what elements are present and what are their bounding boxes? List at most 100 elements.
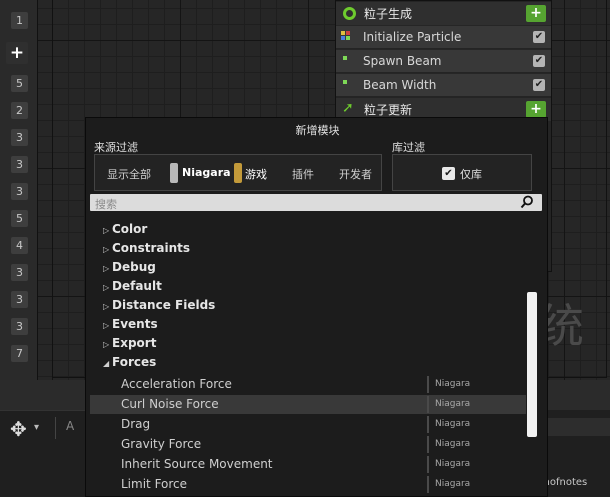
module-list-item[interactable]: Acceleration Force Niagara [90, 375, 526, 394]
category-label: Distance Fields [112, 298, 216, 312]
module-item-label: Acceleration Force [121, 377, 232, 391]
source-filter-show-all[interactable]: 显示全部 [107, 166, 151, 182]
collapsed-arrow-icon: ▷ [103, 245, 110, 254]
add-track-button[interactable]: + [6, 42, 28, 64]
category-label: Export [112, 336, 157, 350]
source-filter-game[interactable]: 游戏 [245, 166, 267, 182]
popup-title: 新增模块 [295, 124, 340, 137]
module-enable-checkbox[interactable]: ✔ [533, 79, 545, 91]
chevron-down-icon[interactable]: ▾ [34, 422, 39, 433]
category-label: Events [112, 317, 158, 331]
module-item-source: Niagara [435, 459, 471, 469]
expanded-arrow-icon: ◢ [103, 359, 110, 368]
module-list-item[interactable]: Drag Niagara [90, 415, 526, 434]
multi-color-module-icon [341, 31, 353, 43]
module-row-spawn-beam[interactable]: Spawn Beam ✔ [336, 49, 551, 72]
niagara-swatch-icon [170, 163, 178, 183]
library-filter-box: ✔ 仅库 [392, 154, 532, 191]
module-row-beam-width[interactable]: Beam Width ✔ [336, 73, 551, 96]
source-divider [427, 436, 429, 453]
module-item-label: Limit Force [121, 477, 188, 491]
collapsed-arrow-icon: ▷ [103, 226, 110, 235]
category-events[interactable]: ▷ Events [103, 317, 158, 331]
module-row-initialize-particle[interactable]: Initialize Particle ✔ [336, 25, 551, 48]
source-filter-niagara[interactable]: Niagara [182, 166, 231, 179]
module-dot-icon [343, 56, 347, 60]
module-list-item[interactable]: Limit Force Niagara [90, 475, 526, 494]
search-input[interactable]: 搜索 [90, 194, 542, 211]
add-spawn-module-button[interactable]: + [526, 5, 546, 22]
module-enable-checkbox[interactable]: ✔ [533, 31, 545, 43]
toolbar-divider [55, 417, 56, 439]
library-only-checkbox[interactable]: ✔ [442, 167, 455, 180]
right-bottom-strip [548, 418, 610, 436]
module-list-item[interactable]: Gravity Force Niagara [90, 435, 526, 454]
category-distance-fields[interactable]: ▷ Distance Fields [103, 298, 215, 312]
track-count-badge: 3 [11, 129, 28, 146]
source-divider [427, 396, 429, 413]
track-count-badge: 7 [11, 345, 28, 362]
category-label: Constraints [112, 241, 191, 255]
particle-update-title: 粒子更新 [364, 103, 413, 117]
module-item-source: Niagara [435, 419, 471, 429]
category-default[interactable]: ▷ Default [103, 279, 162, 293]
category-label: Color [112, 222, 148, 236]
viewport-toolbar: ✥ ▾ A [0, 410, 85, 497]
add-update-module-button[interactable]: + [526, 101, 546, 118]
category-label: Default [112, 279, 162, 293]
track-count-badge: 1 [11, 12, 28, 29]
collapsed-arrow-icon: ▷ [103, 283, 110, 292]
track-count-badge: 3 [11, 156, 28, 173]
module-dot-icon [343, 80, 347, 84]
track-count-badge: 2 [11, 102, 28, 119]
module-item-label: Gravity Force [121, 437, 202, 451]
source-filter-label: 来源过滤 [94, 141, 138, 154]
module-label: Spawn Beam [363, 54, 442, 68]
library-only-label: 仅库 [460, 168, 482, 181]
category-label: Debug [112, 260, 156, 274]
category-color[interactable]: ▷ Color [103, 222, 147, 236]
search-placeholder: 搜索 [95, 198, 117, 211]
particle-spawn-title: 粒子生成 [364, 7, 413, 21]
module-label: Beam Width [363, 78, 437, 92]
track-count-badge: 3 [11, 183, 28, 200]
move-tool-icon[interactable]: ✥ [10, 417, 27, 441]
collapsed-arrow-icon: ▷ [103, 302, 110, 311]
collapsed-arrow-icon: ▷ [103, 340, 110, 349]
source-divider [427, 456, 429, 473]
source-filter-developer[interactable]: 开发者 [339, 166, 372, 182]
module-item-source: Niagara [435, 399, 471, 409]
module-list-item[interactable]: Inherit Source Movement Niagara [90, 455, 526, 474]
game-swatch-icon [234, 163, 242, 183]
module-item-source: Niagara [435, 439, 471, 449]
module-item-label: Inherit Source Movement [121, 457, 273, 471]
module-item-source: Niagara [435, 379, 471, 389]
source-filter-box: 显示全部 Niagara 游戏 插件 开发者 [94, 154, 382, 191]
module-item-source: Niagara [435, 479, 471, 489]
library-filter-label: 库过滤 [392, 141, 425, 154]
category-export[interactable]: ▷ Export [103, 336, 156, 350]
track-count-badge: 3 [11, 291, 28, 308]
source-divider [427, 376, 429, 393]
category-debug[interactable]: ▷ Debug [103, 260, 156, 274]
spawn-ring-icon [343, 7, 356, 20]
module-enable-checkbox[interactable]: ✔ [533, 55, 545, 67]
particle-spawn-header[interactable]: 粒子生成 + [336, 2, 551, 25]
module-list-item[interactable]: Curl Noise Force Niagara [90, 395, 526, 414]
track-count-badge: 4 [11, 237, 28, 254]
text-tool-icon[interactable]: A [66, 419, 74, 433]
track-count-badge: 5 [11, 210, 28, 227]
collapsed-arrow-icon: ▷ [103, 264, 110, 273]
new-module-popup: 新增模块 来源过滤 库过滤 显示全部 Niagara 游戏 插件 开发者 ✔ 仅… [85, 117, 548, 497]
search-icon[interactable] [520, 195, 534, 209]
track-count-badge: 3 [11, 264, 28, 281]
track-count-badge: 3 [11, 318, 28, 335]
module-item-label: Curl Noise Force [121, 397, 219, 411]
category-label: Forces [112, 355, 157, 369]
source-filter-plugin[interactable]: 插件 [292, 166, 314, 182]
category-constraints[interactable]: ▷ Constraints [103, 241, 190, 255]
module-item-label: Drag [121, 417, 151, 431]
track-count-badge: 5 [11, 75, 28, 92]
list-scrollbar[interactable] [527, 292, 537, 437]
category-forces[interactable]: ◢ Forces [103, 355, 156, 369]
